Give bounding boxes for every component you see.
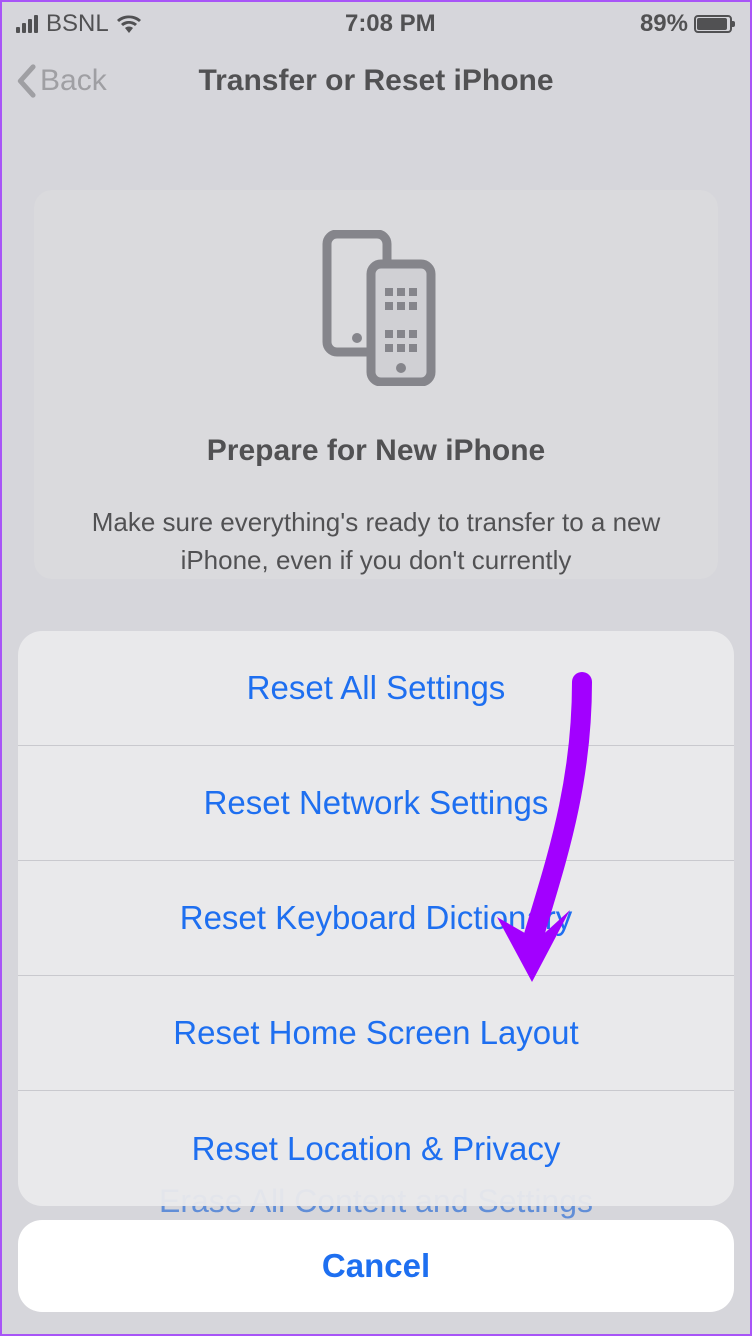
reset-network-settings-option[interactable]: Reset Network Settings bbox=[18, 746, 734, 861]
two-phones-icon bbox=[62, 230, 690, 386]
page-title: Transfer or Reset iPhone bbox=[198, 64, 553, 98]
reset-all-settings-option[interactable]: Reset All Settings bbox=[18, 631, 734, 746]
battery-percent: 89% bbox=[640, 10, 688, 38]
signal-bars-icon bbox=[16, 15, 38, 33]
card-description: Make sure everything's ready to transfer… bbox=[62, 504, 690, 579]
wifi-icon bbox=[117, 15, 141, 33]
reset-action-sheet: Reset All Settings Reset Network Setting… bbox=[18, 631, 734, 1206]
carrier-label: BSNL bbox=[46, 10, 109, 38]
back-label: Back bbox=[40, 64, 107, 98]
prepare-card: Prepare for New iPhone Make sure everyth… bbox=[34, 190, 718, 579]
reset-home-screen-layout-option[interactable]: Reset Home Screen Layout bbox=[18, 976, 734, 1091]
chevron-left-icon bbox=[14, 64, 38, 98]
cancel-button[interactable]: Cancel bbox=[18, 1220, 734, 1312]
nav-bar: Back Transfer or Reset iPhone bbox=[2, 46, 750, 116]
status-right: 89% bbox=[640, 10, 732, 38]
reset-location-privacy-option[interactable]: Reset Location & Privacy bbox=[18, 1091, 734, 1206]
status-left: BSNL bbox=[16, 10, 141, 38]
status-bar: BSNL 7:08 PM 89% bbox=[2, 2, 750, 46]
back-button[interactable]: Back bbox=[14, 64, 107, 98]
reset-keyboard-dictionary-option[interactable]: Reset Keyboard Dictionary bbox=[18, 861, 734, 976]
battery-icon bbox=[694, 15, 732, 33]
status-time: 7:08 PM bbox=[345, 10, 436, 38]
card-title: Prepare for New iPhone bbox=[62, 434, 690, 468]
